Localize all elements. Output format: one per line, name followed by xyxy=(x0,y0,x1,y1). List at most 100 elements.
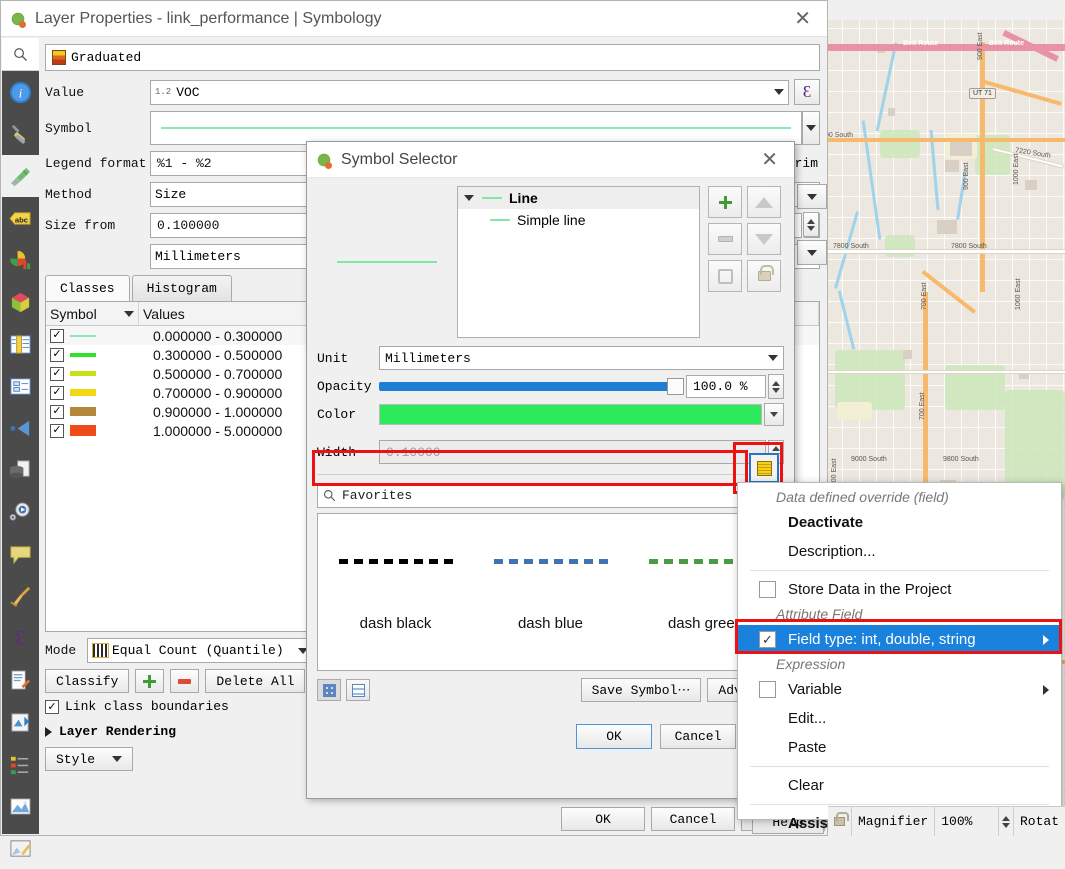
cancel-button[interactable]: Cancel xyxy=(651,807,735,831)
column-header-values[interactable]: Values xyxy=(139,302,311,325)
store-data-checkbox[interactable] xyxy=(759,581,776,598)
delete-all-button[interactable]: Delete All xyxy=(205,669,306,693)
color-dropdown-button[interactable] xyxy=(764,403,784,426)
menu-item-description[interactable]: Description... xyxy=(738,537,1061,566)
add-symbol-layer-button[interactable] xyxy=(708,186,742,218)
symbol-selector-title: Symbol Selector xyxy=(341,150,458,168)
color-swatch-button[interactable] xyxy=(379,404,762,425)
sidebar-item-attributes-form[interactable] xyxy=(2,365,39,407)
symbol-preview-button[interactable] xyxy=(150,111,802,145)
row-symbol-swatch[interactable] xyxy=(70,407,96,416)
sidebar-item-joins[interactable] xyxy=(2,407,39,449)
lock-status[interactable] xyxy=(828,807,852,836)
sidebar-item-legend[interactable] xyxy=(2,743,39,785)
row-checkbox[interactable]: ✓ xyxy=(50,404,64,419)
menu-item-paste[interactable]: Paste xyxy=(738,733,1061,762)
add-class-button[interactable] xyxy=(135,669,165,693)
classify-button[interactable]: Classify xyxy=(45,669,130,693)
row-checkbox[interactable]: ✓ xyxy=(50,385,64,400)
remove-symbol-layer-button[interactable] xyxy=(708,223,742,255)
link-class-boundaries-checkbox[interactable]: ✓ xyxy=(45,699,59,714)
delete-class-button[interactable] xyxy=(170,669,200,693)
sidebar-item-fields[interactable] xyxy=(2,323,39,365)
value-field-combo[interactable]: 1.2 VOC xyxy=(150,79,789,105)
style-button[interactable]: Style xyxy=(45,747,133,771)
mode-combo[interactable]: Equal Count (Quantile) xyxy=(87,638,313,663)
sidebar-item-dependencies[interactable] xyxy=(2,701,39,743)
move-down-button[interactable] xyxy=(747,223,781,255)
gallery-item[interactable]: dash black xyxy=(331,553,461,632)
method-combo-edge[interactable] xyxy=(797,184,827,209)
sidebar-item-source[interactable] xyxy=(2,113,39,155)
sidebar-item-metadata[interactable] xyxy=(2,659,39,701)
sidebar-item-auxiliary-storage[interactable] xyxy=(2,449,39,491)
menu-item-store-data[interactable]: Store Data in the Project xyxy=(738,575,1061,604)
menu-item-clear-label: Clear xyxy=(788,777,824,794)
size-unit-combo-edge[interactable] xyxy=(797,240,827,265)
row-symbol-swatch[interactable] xyxy=(70,389,96,396)
row-symbol-swatch[interactable] xyxy=(70,352,96,357)
sidebar-item-variables[interactable]: Ɛ xyxy=(2,617,39,659)
sidebar-item-diagrams[interactable] xyxy=(2,239,39,281)
expression-button[interactable]: Ɛ xyxy=(794,79,820,105)
row-checkbox[interactable]: ✓ xyxy=(50,328,64,343)
save-symbol-button[interactable]: Save Symbol⋯ xyxy=(580,678,702,702)
magnifier-stepper[interactable] xyxy=(999,807,1014,836)
tree-item-line[interactable]: Line xyxy=(458,187,699,209)
symbol-layer-tree[interactable]: Line Simple line xyxy=(457,186,700,338)
symbol-search-input[interactable]: Favorites xyxy=(342,488,412,503)
sidebar-item-rendering[interactable] xyxy=(2,575,39,617)
symbol-search-bar[interactable]: Favorites ⌫ xyxy=(317,483,784,508)
row-symbol-swatch[interactable] xyxy=(70,334,96,337)
lock-layer-button[interactable] xyxy=(747,260,781,292)
duplicate-symbol-layer-button[interactable] xyxy=(708,260,742,292)
menu-item-deactivate[interactable]: Deactivate xyxy=(738,508,1061,537)
row-symbol-swatch[interactable] xyxy=(70,425,96,436)
chevron-down-icon[interactable] xyxy=(464,195,474,201)
column-header-symbol[interactable]: Symbol xyxy=(46,302,139,325)
cancel-button[interactable]: Cancel xyxy=(660,724,736,749)
sidebar-search-box[interactable] xyxy=(2,38,39,71)
tab-histogram[interactable]: Histogram xyxy=(131,275,232,301)
variable-checkbox[interactable] xyxy=(759,681,776,698)
opacity-slider-handle[interactable] xyxy=(667,378,684,395)
sidebar-item-display[interactable] xyxy=(2,533,39,575)
size-from-stepper-edge[interactable] xyxy=(803,212,819,237)
ok-button[interactable]: OK xyxy=(576,724,652,749)
menu-item-variable[interactable]: Variable xyxy=(738,675,1061,704)
row-checkbox[interactable]: ✓ xyxy=(50,347,64,362)
symbol-dropdown-button[interactable] xyxy=(802,111,820,145)
tab-classes[interactable]: Classes xyxy=(45,275,130,301)
sidebar-item-digitizing[interactable] xyxy=(2,827,39,869)
menu-item-clear[interactable]: Clear xyxy=(738,771,1061,800)
row-checkbox[interactable]: ✓ xyxy=(50,423,64,438)
sidebar-item-3d-view[interactable] xyxy=(2,281,39,323)
close-icon[interactable]: ✕ xyxy=(786,7,819,31)
dash-pattern xyxy=(338,559,453,564)
list-view-button[interactable] xyxy=(346,679,370,701)
renderer-type-combo[interactable]: Graduated xyxy=(45,44,820,71)
ok-button[interactable]: OK xyxy=(561,807,645,831)
opacity-value[interactable]: 100.0 % xyxy=(686,375,766,398)
opacity-stepper[interactable] xyxy=(768,374,784,399)
row-symbol-swatch[interactable] xyxy=(70,371,96,376)
magnifier-value[interactable]: 100% xyxy=(935,807,999,836)
sidebar-item-information[interactable]: i xyxy=(2,71,39,113)
tree-item-simple-line[interactable]: Simple line xyxy=(458,209,699,231)
unit-combo[interactable]: Millimeters xyxy=(379,346,784,370)
sidebar-item-labels[interactable]: abc xyxy=(2,197,39,239)
move-up-button[interactable] xyxy=(747,186,781,218)
map-building xyxy=(945,160,959,172)
sidebar-item-actions[interactable] xyxy=(2,491,39,533)
menu-item-edit[interactable]: Edit... xyxy=(738,704,1061,733)
menu-header: Data defined override (field) xyxy=(776,489,949,505)
sidebar-item-symbology[interactable] xyxy=(2,155,39,197)
qgis-logo-icon xyxy=(9,9,27,28)
sidebar-item-qgis-server[interactable] xyxy=(2,785,39,827)
row-checkbox[interactable]: ✓ xyxy=(50,366,64,381)
opacity-slider[interactable] xyxy=(379,378,684,395)
grid-view-button[interactable] xyxy=(317,679,341,701)
symbol-gallery[interactable]: dash black dash blue dash green xyxy=(317,513,784,671)
gallery-item[interactable]: dash blue xyxy=(486,553,616,632)
close-icon[interactable]: ✕ xyxy=(753,148,786,172)
